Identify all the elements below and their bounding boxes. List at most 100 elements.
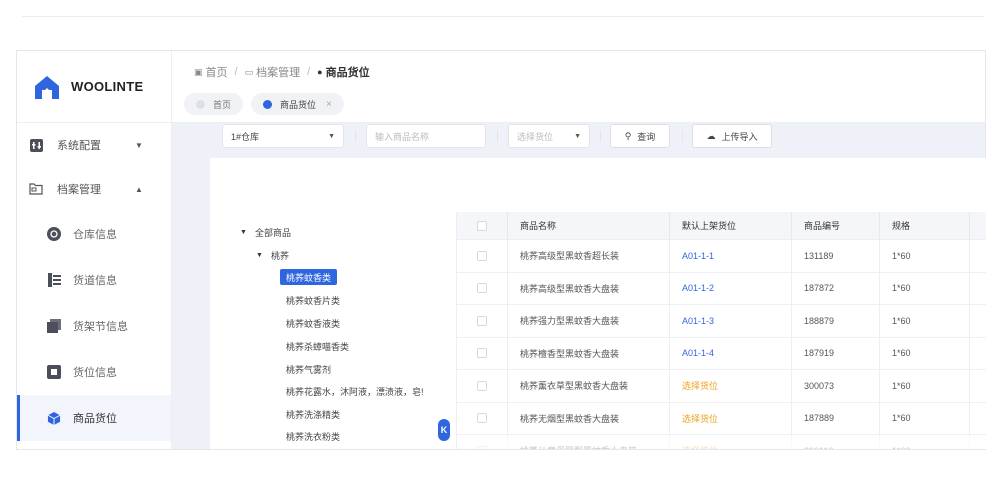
sidebar-item-warehouse[interactable]: 仓库信息 [17,211,171,257]
extra-cell [969,240,986,272]
location-cell[interactable]: A01-1-1 [669,240,791,272]
product-name-cell: 桃荞强力型黑蚊香大盘装 [507,305,669,337]
select-all-cell [457,220,507,231]
location-cell[interactable]: A01-1-4 [669,337,791,369]
location-cell[interactable]: A01-1-2 [669,272,791,304]
breadcrumb: ▣ 首页 / ▭ 档案管理 / ● 商品货位 [194,64,370,80]
cube-icon: ● [317,67,323,77]
extra-cell [969,337,986,369]
sidebar-item-aisle[interactable]: 货道信息 [17,257,171,303]
product-name-cell: 桃荞檀香型黑蚊香大盘装 [507,337,669,369]
product-code-cell: 187872 [791,272,879,304]
spec-cell: 1*60 [879,370,969,402]
page-tabs: 首页 商品货位 × [184,93,352,115]
location-cell[interactable]: 选择货位 [669,370,791,402]
query-button[interactable]: ⚲ 查询 [610,124,670,148]
row-checkbox[interactable] [477,315,487,326]
sidebar-item-slot[interactable]: 货位信息 [17,349,171,395]
row-select-cell [457,283,507,294]
folder-icon: ▭ [244,66,254,77]
toolbar-divider [600,130,601,142]
product-name-placeholder: 输入商品名称 [375,131,430,142]
tree-node-label: 全部商品 [254,227,291,238]
product-code-cell: 131189 [791,240,879,272]
location-cell[interactable]: 选择货位 [669,402,791,434]
product-name-cell: 桃荞无烟型黑蚊香大盘装 [507,402,669,434]
row-select-cell [457,250,507,261]
tree-leaf-label: 桃荞洗涤精类 [286,409,341,420]
sidebar-item-shelf-section[interactable]: 货架节信息 [17,303,171,349]
row-checkbox[interactable] [477,250,487,261]
tree-leaf[interactable]: 桃荞洗涤精类 [286,406,340,422]
logo-text: WOOLINTE [71,79,144,94]
tree-leaf[interactable]: 桃荞杀蟑喵香类 [286,338,349,354]
table-row: 桃荞高级型黑蚊香大盘装 A01-1-2 187872 1*60 [457,272,986,305]
row-select-cell [457,315,507,326]
location-cell[interactable]: A01-1-3 [669,305,791,337]
collapse-tree-button[interactable]: K [438,419,450,441]
close-icon[interactable]: × [326,99,332,110]
tree-leaf[interactable]: 桃荞洗衣粉类 [286,428,340,444]
table-row: 桃荞无烟型黑蚊香大盘装 选择货位 187889 1*60 [457,402,986,435]
product-code-cell: 188879 [791,305,879,337]
sidebar-group-archive[interactable]: 档案管理 ▲ [17,167,171,211]
cloud-upload-icon: ☁ [706,130,716,141]
toolbar-divider [355,130,356,142]
tree-node-branch[interactable]: ▼ 桃荞 [256,247,289,263]
spec-cell: 1*60 [879,435,969,449]
upload-import-button[interactable]: ☁ 上传导入 [692,124,772,148]
row-checkbox[interactable] [477,380,487,391]
location-select[interactable]: 选择货位 ▼ [508,124,590,148]
column-header-name: 商品名称 [507,212,669,239]
row-checkbox[interactable] [477,445,487,449]
tree-leaf[interactable]: 桃荞蚊香片类 [286,292,340,308]
extra-cell [969,272,986,304]
product-name-cell: 桃荞高级型黑蚊香大盘装 [507,272,669,304]
upload-button-label: 上传导入 [721,131,758,142]
location-cell[interactable]: 选择货位 [669,435,791,449]
tree-node-root[interactable]: ▼ 全部商品 [240,224,291,240]
tab-home[interactable]: 首页 [184,93,244,115]
warehouse-select[interactable]: 1#仓库 ▼ [222,124,344,148]
table-row: 桃荞强力型黑蚊香大盘装 A01-1-3 188879 1*60 [457,305,986,338]
tree-leaf[interactable]: 桃荞蚊香液类 [286,315,340,331]
location-select-placeholder: 选择货位 [517,131,554,142]
warehouse-icon [47,227,61,241]
tab-product-location[interactable]: 商品货位 × [251,93,344,115]
column-header-code: 商品编号 [791,212,879,239]
row-checkbox[interactable] [477,283,487,294]
home-icon: ▣ [194,66,203,77]
breadcrumb-current: 商品货位 [325,67,370,79]
sidebar-item-label: 货位信息 [73,367,117,379]
tree-leaf-selected[interactable]: 桃荞蚊香类 [280,269,338,285]
logo-area: WOOLINTE [17,51,172,123]
column-header-spec: 规格 [879,212,969,239]
spec-cell: 1*60 [879,272,969,304]
product-name-cell: 桃荞高级型黑蚊香超长装 [507,240,669,272]
sidebar-group-label: 档案管理 [57,184,101,196]
breadcrumb-home[interactable]: 首页 [206,64,228,80]
select-all-checkbox[interactable] [477,220,487,231]
tab-label: 商品货位 [280,99,317,110]
sidebar-item-product-location[interactable]: 商品货位 [17,395,171,441]
sidebar-item-label: 货架节信息 [73,321,128,333]
table-row: 桃荞薰衣草型黑蚊香大盘装 选择货位 300073 1*60 [457,370,986,403]
sidebar-item-label: 仓库信息 [73,229,117,241]
sidebar-group-system-config[interactable]: 系统配置 ▼ [17,123,171,167]
spec-cell: 1*60 [879,305,969,337]
tree-leaf[interactable]: 桃荞花露水，沐阿液，漂渍液，皂! [286,383,436,399]
product-name-input[interactable]: 输入商品名称 [366,124,486,148]
tree-leaf-label: 桃荞蚊香片类 [286,295,341,306]
breadcrumb-archive[interactable]: 档案管理 [256,64,300,80]
row-checkbox[interactable] [477,413,487,424]
chevron-down-icon: ▼ [256,251,263,259]
tree-leaf-label: 桃荞气雾剂 [286,364,332,375]
column-header-location: 默认上架货位 [669,212,791,239]
slot-icon [47,365,61,379]
row-checkbox[interactable] [477,348,487,359]
top-divider [22,16,984,17]
column-header-more [969,212,986,239]
product-name-cell: 桃荞儿童母婴型黑蚊香大盘装 [507,435,669,449]
tree-leaf[interactable]: 桃荞气雾剂 [286,361,331,377]
tree-leaf-label: 桃荞蚊香液类 [286,318,341,329]
